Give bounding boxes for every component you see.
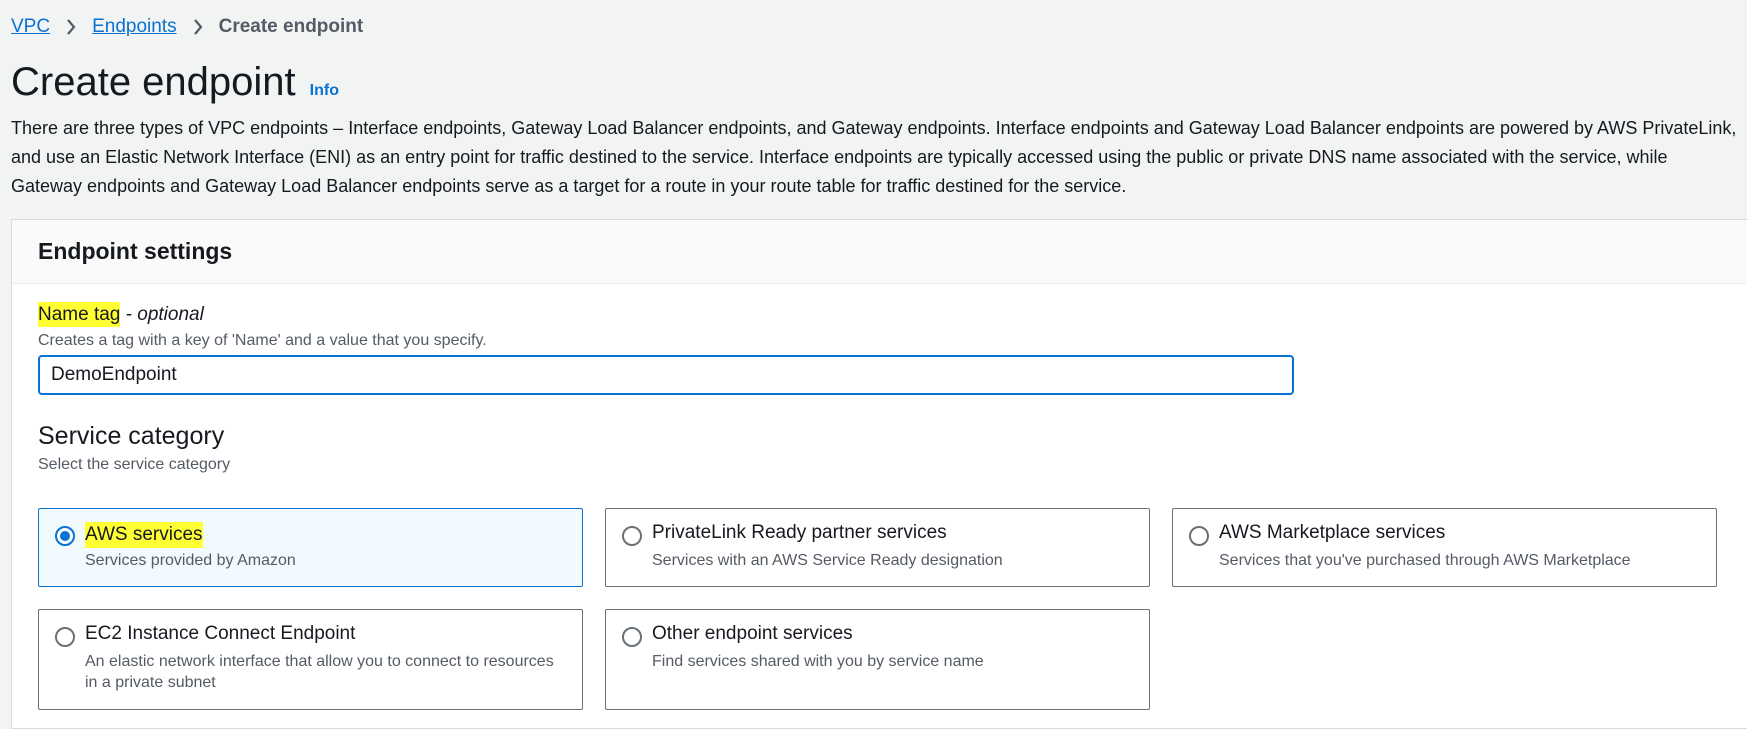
name-tag-label: Name tag - optional xyxy=(38,302,204,327)
chevron-right-icon xyxy=(66,19,76,35)
radio-selected-icon[interactable] xyxy=(55,526,75,546)
breadcrumb: VPC Endpoints Create endpoint xyxy=(11,16,363,38)
breadcrumb-endpoints-link[interactable]: Endpoints xyxy=(92,16,177,38)
page-title: Create endpoint xyxy=(11,60,296,104)
radio-unselected-icon[interactable] xyxy=(1189,526,1209,546)
chevron-right-icon xyxy=(193,19,203,35)
service-option-description: Services provided by Amazon xyxy=(85,552,296,569)
service-option-aws-services[interactable]: AWS services Services provided by Amazon xyxy=(38,508,583,587)
service-option-label: AWS services xyxy=(85,522,203,548)
service-option-description: Services that you've purchased through A… xyxy=(1219,552,1631,569)
service-option-description: An elastic network interface that allow … xyxy=(85,653,554,691)
service-option-label: Other endpoint services xyxy=(652,623,853,644)
service-option-ec2-instance-connect[interactable]: EC2 Instance Connect Endpoint An elastic… xyxy=(38,609,583,710)
panel-title: Endpoint settings xyxy=(38,238,233,264)
name-tag-label-text: Name tag xyxy=(38,302,121,327)
info-link[interactable]: Info xyxy=(310,82,339,100)
service-option-other-endpoint[interactable]: Other endpoint services Find services sh… xyxy=(605,609,1150,710)
breadcrumb-current: Create endpoint xyxy=(218,16,364,37)
page-description: There are three types of VPC endpoints –… xyxy=(11,118,1737,196)
service-option-description: Find services shared with you by service… xyxy=(652,653,984,670)
service-category-hint: Select the service category xyxy=(38,456,231,473)
service-category-heading: Service category xyxy=(38,422,225,450)
service-option-label: EC2 Instance Connect Endpoint xyxy=(85,623,356,644)
name-tag-hint: Creates a tag with a key of 'Name' and a… xyxy=(38,332,487,349)
optional-label: - optional xyxy=(125,304,204,325)
breadcrumb-vpc-link[interactable]: VPC xyxy=(11,16,50,38)
service-option-label: AWS Marketplace services xyxy=(1219,522,1446,543)
service-option-label: PrivateLink Ready partner services xyxy=(652,522,947,543)
service-option-privatelink-partner[interactable]: PrivateLink Ready partner services Servi… xyxy=(605,508,1150,587)
name-tag-input[interactable] xyxy=(38,355,1294,395)
radio-unselected-icon[interactable] xyxy=(622,627,642,647)
service-option-aws-marketplace[interactable]: AWS Marketplace services Services that y… xyxy=(1172,508,1717,587)
panel-header: Endpoint settings xyxy=(12,220,1747,284)
radio-unselected-icon[interactable] xyxy=(55,627,75,647)
page-header: Create endpoint Info xyxy=(11,60,339,105)
radio-unselected-icon[interactable] xyxy=(622,526,642,546)
endpoint-settings-panel: Endpoint settings Name tag - optional Cr… xyxy=(11,219,1747,729)
service-option-description: Services with an AWS Service Ready desig… xyxy=(652,552,1003,569)
